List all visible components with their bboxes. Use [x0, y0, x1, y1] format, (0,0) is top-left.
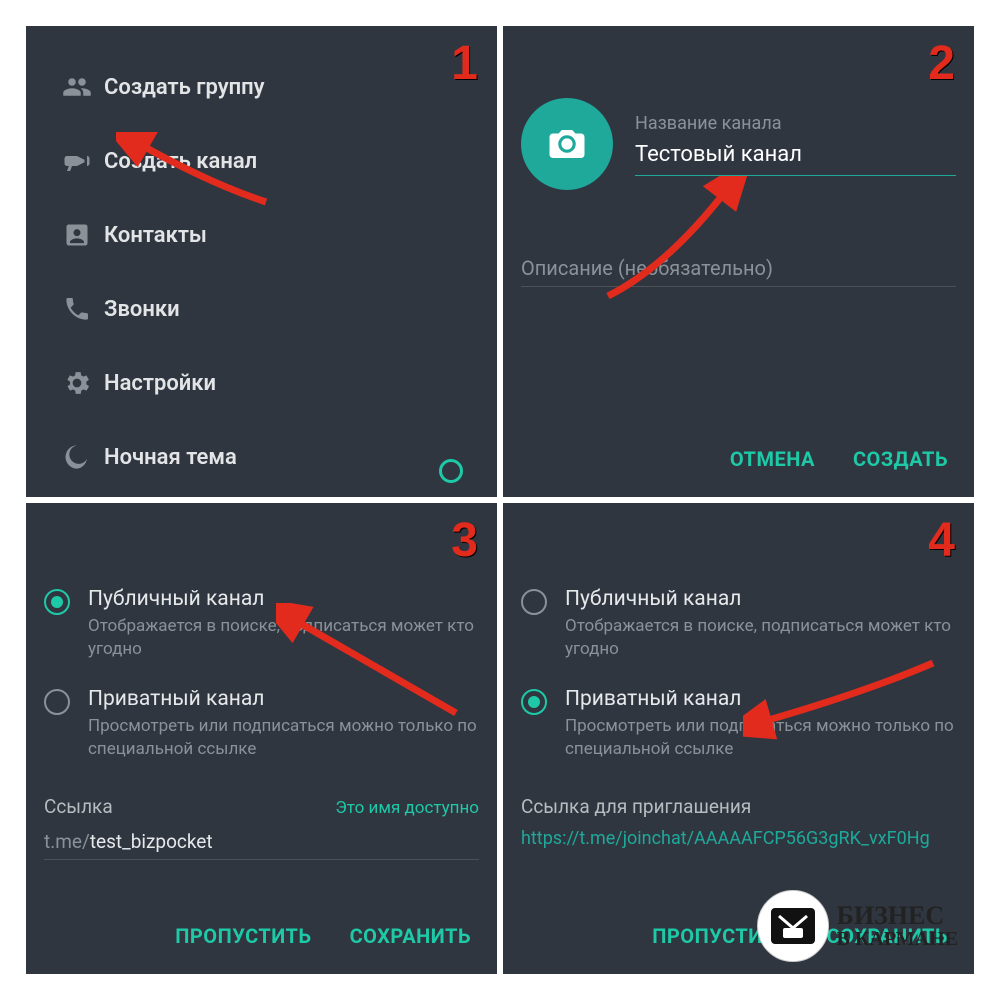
- channel-name-label: Название канала: [635, 113, 956, 134]
- menu-item-night-mode[interactable]: Ночная тема: [44, 420, 479, 494]
- menu-label: Создать группу: [104, 75, 265, 100]
- link-prefix: t.me/: [44, 830, 90, 853]
- radio-title: Публичный канал: [565, 587, 956, 611]
- radio-indicator: [44, 589, 70, 615]
- watermark-text: БИЗНЕС В КАРМАНЕ: [837, 902, 958, 950]
- radio-desc: Просмотреть или подписаться можно только…: [88, 715, 479, 761]
- watermark: БИЗНЕС В КАРМАНЕ: [757, 890, 958, 962]
- menu-item-contacts[interactable]: Контакты: [44, 198, 479, 272]
- link-input[interactable]: t.me/test_bizpocket: [44, 824, 479, 860]
- phone-icon: [50, 295, 104, 323]
- radio-desc: Отображается в поиске, подписаться может…: [88, 615, 479, 661]
- step-number: 2: [928, 36, 956, 91]
- menu-label: Создать канал: [104, 149, 257, 174]
- panel-step-1: 1 Создать группу Создать канал Контакты: [26, 26, 497, 497]
- camera-icon: [546, 123, 588, 165]
- skip-button[interactable]: ПРОПУСТИТЬ: [175, 924, 311, 948]
- step-number: 3: [451, 513, 479, 568]
- step-number: 4: [928, 513, 956, 568]
- menu-label: Звонки: [104, 297, 180, 322]
- radio-public-channel[interactable]: Публичный канал Отображается в поиске, п…: [521, 587, 956, 661]
- channel-desc-input[interactable]: Описание (необязательно): [521, 250, 956, 287]
- menu-item-calls[interactable]: Звонки: [44, 272, 479, 346]
- radio-private-channel[interactable]: Приватный канал Просмотреть или подписат…: [44, 687, 479, 761]
- create-button[interactable]: СОЗДАТЬ: [853, 447, 948, 471]
- menu-label: Ночная тема: [104, 445, 237, 470]
- moon-icon: [50, 443, 104, 471]
- tutorial-grid: 1 Создать группу Создать канал Контакты: [20, 20, 980, 980]
- radio-indicator: [44, 689, 70, 715]
- radio-public-channel[interactable]: Публичный канал Отображается в поиске, п…: [44, 587, 479, 661]
- panel-step-3: 3 Публичный канал Отображается в поиске,…: [26, 503, 497, 974]
- panel-step-2: 2 Название канала Тестовый канал Описани…: [503, 26, 974, 497]
- radio-indicator: [521, 689, 547, 715]
- link-available-hint: Это имя доступно: [335, 798, 479, 818]
- cancel-button[interactable]: ОТМЕНА: [730, 447, 815, 471]
- menu-item-settings[interactable]: Настройки: [44, 346, 479, 420]
- link-label: Ссылка: [44, 795, 113, 818]
- channel-photo-button[interactable]: [521, 98, 613, 190]
- radio-title: Публичный канал: [88, 587, 479, 611]
- group-icon: [50, 72, 104, 102]
- contact-icon: [50, 221, 104, 249]
- menu-item-create-channel[interactable]: Создать канал: [44, 124, 479, 198]
- radio-desc: Просмотреть или подписаться можно только…: [565, 715, 956, 761]
- menu-label: Контакты: [104, 223, 207, 248]
- invite-link-label: Ссылка для приглашения: [521, 795, 956, 818]
- radio-title: Приватный канал: [88, 687, 479, 711]
- radio-title: Приватный канал: [565, 687, 956, 711]
- watermark-line1: БИЗНЕС: [837, 901, 944, 930]
- watermark-line2: В КАРМАНЕ: [837, 929, 958, 950]
- channel-name-input[interactable]: Тестовый канал: [635, 138, 956, 176]
- watermark-logo: [757, 890, 829, 962]
- invite-link[interactable]: https://t.me/joinchat/AAAAAFCP56G3gRK_vx…: [521, 826, 956, 851]
- menu-item-create-group[interactable]: Создать группу: [44, 50, 479, 124]
- menu-label: Настройки: [104, 371, 216, 396]
- radio-desc: Отображается в поиске, подписаться может…: [565, 615, 956, 661]
- link-value: test_bizpocket: [90, 830, 213, 853]
- side-menu: Создать группу Создать канал Контакты Зв…: [44, 50, 479, 494]
- radio-private-channel[interactable]: Приватный канал Просмотреть или подписат…: [521, 687, 956, 761]
- gear-icon: [50, 368, 104, 398]
- radio-indicator: [521, 589, 547, 615]
- megaphone-icon: [50, 146, 104, 176]
- save-button[interactable]: СОХРАНИТЬ: [350, 924, 471, 948]
- step-number: 1: [451, 36, 479, 91]
